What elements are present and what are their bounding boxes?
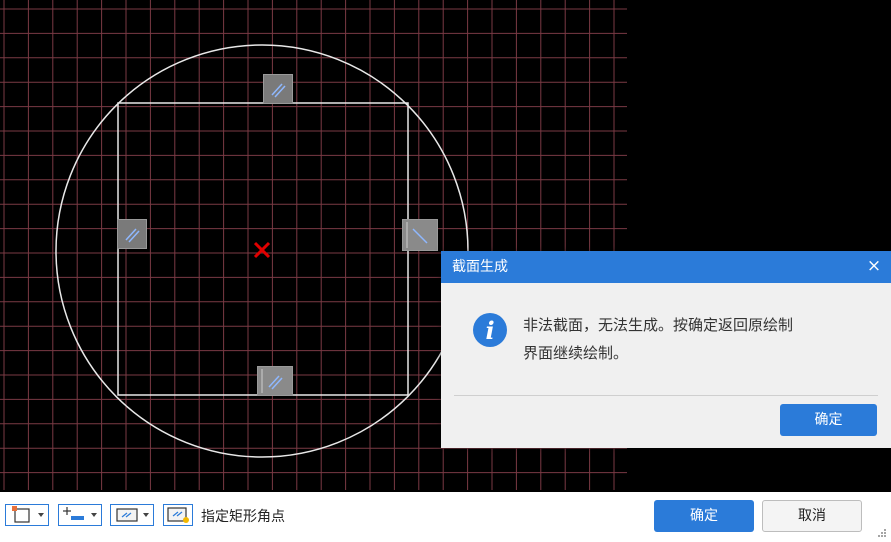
resize-grip-icon[interactable] [877, 528, 887, 538]
info-icon: i [473, 313, 507, 347]
chevron-down-icon[interactable] [91, 513, 97, 517]
dialog-ok-button[interactable]: 确定 [780, 404, 877, 436]
close-icon[interactable]: × [865, 257, 883, 275]
dialog-message-line1: 非法截面，无法生成。按确定返回原绘制 [523, 316, 794, 334]
edit-handle-icon [125, 228, 140, 243]
dialog-title: 截面生成 [452, 259, 508, 275]
center-cross-icon [253, 241, 271, 259]
dimension-icon [116, 508, 138, 522]
property-tool-button[interactable] [163, 504, 193, 526]
edit-handle-icon [271, 83, 286, 98]
toolbar-ok-button[interactable]: 确定 [654, 500, 754, 532]
dimension-tool-button[interactable] [110, 504, 154, 526]
dialog-message-line2: 界面继续绘制。 [523, 344, 629, 362]
bottom-toolbar: 指定矩形角点 确定 取消 [0, 492, 891, 542]
dialog-message: 非法截面，无法生成。按确定返回原绘制 界面继续绘制。 [523, 311, 863, 367]
rectangle-icon [12, 506, 30, 523]
snap-tool-button[interactable] [58, 504, 102, 526]
edit-handle-right[interactable] [402, 219, 438, 251]
chevron-down-icon[interactable] [38, 513, 44, 517]
command-hint-text: 指定矩形角点 [201, 509, 285, 525]
edit-handle-icon [261, 369, 283, 393]
chevron-down-icon[interactable] [143, 513, 149, 517]
svg-text:i: i [485, 316, 494, 345]
toolbar-cancel-button[interactable]: 取消 [762, 500, 862, 532]
edit-handle-icon [406, 222, 428, 248]
rectangle-tool-button[interactable] [5, 504, 49, 526]
dialog-title-bar[interactable]: 截面生成 × [441, 251, 891, 283]
property-edit-icon [167, 507, 189, 523]
edit-handle-bottom[interactable] [257, 366, 293, 396]
point-snap-icon [63, 507, 84, 520]
edit-handle-left[interactable] [117, 219, 147, 249]
edit-handle-top[interactable] [263, 74, 293, 104]
section-generate-dialog: 截面生成 × i 非法截面，无法生成。按确定返回原绘制 界面继续绘制。 确定 [441, 251, 891, 448]
dialog-divider [454, 395, 878, 396]
